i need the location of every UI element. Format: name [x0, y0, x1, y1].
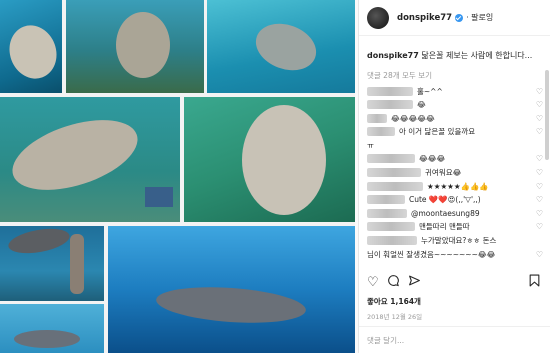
- blurred-username[interactable]: [367, 86, 413, 96]
- photo-tile: [108, 226, 355, 353]
- username[interactable]: donspike77: [397, 13, 452, 23]
- blurred-username[interactable]: [367, 236, 417, 246]
- photo-tile: [0, 226, 104, 301]
- comment-row: 누가말았대요?ㅎㅎ 돈스: [367, 235, 543, 247]
- comment-heart-icon[interactable]: ♡: [536, 222, 543, 231]
- comment-heart-icon[interactable]: ♡: [536, 182, 543, 191]
- comment-row: ㅠ: [367, 140, 374, 150]
- comment-heart-icon[interactable]: ♡: [536, 114, 543, 123]
- action-bar: ♡: [367, 274, 421, 290]
- verified-icon: [455, 13, 464, 22]
- photo-tile: [66, 0, 204, 93]
- photo-tile: [0, 97, 180, 222]
- view-all-comments[interactable]: 댓글 28개 모두 보기: [367, 70, 543, 81]
- comment-heart-icon[interactable]: ♡: [536, 195, 543, 204]
- blurred-username[interactable]: [367, 195, 405, 205]
- comment-icon[interactable]: [387, 274, 400, 290]
- share-icon[interactable]: [408, 274, 421, 290]
- bookmark-icon[interactable]: [529, 274, 540, 290]
- blurred-username[interactable]: [367, 208, 407, 218]
- post-date: 2018년 12월 26일: [367, 313, 423, 321]
- post-panel: donspike77 · 팔로잉 donspike77 닮은꼴 제보는 사람에 …: [358, 0, 550, 353]
- comment-row: 😂 ♡: [367, 99, 543, 111]
- comment-heart-icon[interactable]: ♡: [536, 100, 543, 109]
- blurred-username[interactable]: [367, 222, 415, 232]
- comment-heart-icon[interactable]: ♡: [536, 250, 543, 259]
- comment-heart-icon[interactable]: ♡: [536, 168, 543, 177]
- caption: donspike77 닮은꼴 제보는 사람에 한합니다...: [367, 50, 543, 62]
- comment-row: 아 이거 닮은꼴 있을까요 ♡: [367, 126, 543, 138]
- comments-scrollbar[interactable]: [545, 70, 549, 160]
- comment-heart-icon[interactable]: ♡: [536, 154, 543, 163]
- caption-username[interactable]: donspike77: [367, 51, 419, 60]
- comment-row: @moontaesung89 ♡: [367, 207, 543, 219]
- comments-list[interactable]: donspike77 닮은꼴 제보는 사람에 한합니다... 댓글 28개 모두…: [359, 42, 550, 268]
- comment-row: 님이 훠얼씬 잘생겼음~~~~~~~😂😂 ♡: [367, 249, 543, 259]
- blurred-username[interactable]: [367, 181, 423, 191]
- photo-tile: [207, 0, 355, 93]
- caption-text: 닮은꼴 제보는 사람에 한합니다...: [421, 51, 533, 60]
- comment-row: 😂😂😂 ♡: [367, 153, 543, 165]
- blurred-username[interactable]: [367, 127, 395, 137]
- comment-heart-icon[interactable]: ♡: [536, 209, 543, 218]
- blurred-username[interactable]: [367, 154, 415, 164]
- comment-row: 귀여워요😂 ♡: [367, 167, 543, 179]
- comment-row: 맨들따리 맨들따 ♡: [367, 221, 543, 233]
- comment-row: 홀~^^ ♡: [367, 85, 543, 97]
- comment-heart-icon[interactable]: ♡: [536, 87, 543, 96]
- comment-row: Cute ❤️❤️😍(,,'▽',,) ♡: [367, 194, 543, 206]
- photo-tile: [0, 304, 104, 353]
- comment-row: 😂😂😂😂😂 ♡: [367, 112, 543, 124]
- comment-row: ★★★★★👍👍👍 ♡: [367, 180, 543, 192]
- post-image[interactable]: [0, 0, 355, 353]
- heart-icon[interactable]: ♡: [367, 276, 379, 289]
- post-header: donspike77 · 팔로잉: [359, 0, 550, 36]
- avatar[interactable]: [367, 6, 389, 29]
- photo-tile: [184, 97, 355, 222]
- photo-tile: [0, 0, 62, 93]
- add-comment-input[interactable]: 댓글 달기...: [359, 326, 550, 353]
- blurred-username[interactable]: [367, 113, 387, 123]
- blurred-username[interactable]: [367, 168, 421, 178]
- follow-button[interactable]: 팔로잉: [471, 12, 493, 23]
- likes-count[interactable]: 좋아요 1,164개: [367, 296, 421, 307]
- blurred-username[interactable]: [367, 100, 413, 110]
- comment-heart-icon[interactable]: ♡: [536, 127, 543, 136]
